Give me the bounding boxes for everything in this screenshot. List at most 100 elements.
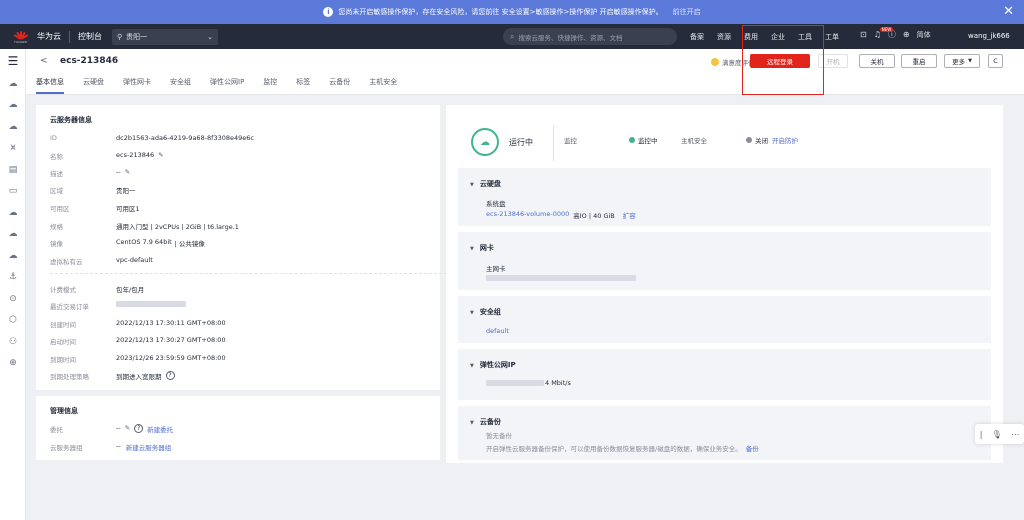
bell-icon[interactable]: ♫ NEW <box>874 27 894 39</box>
tab-basic-info[interactable]: 基本信息 <box>36 76 64 94</box>
more-button[interactable]: 更多 ▼ <box>944 54 980 68</box>
user-icon[interactable]: ⚇ <box>0 331 26 353</box>
sg-section-header[interactable]: ▼ 安全组 <box>470 307 501 317</box>
brand-name[interactable]: 华为云 <box>37 31 61 42</box>
info-row-billing: 计费模式 包年/包月 <box>50 284 450 294</box>
language-label[interactable]: 简体 <box>917 30 931 40</box>
tab-eip[interactable]: 弹性公网IP <box>210 76 244 94</box>
cloud-service-icon[interactable]: ☁ <box>0 73 26 95</box>
eip-section-header[interactable]: ▼ 弹性公网IP <box>470 360 516 370</box>
nav-resources[interactable]: 资源 <box>717 32 731 42</box>
cloud-server-icon[interactable]: ☁ <box>0 95 26 117</box>
disk-section-header[interactable]: ▼ 云硬盘 <box>470 179 501 189</box>
collapse-triangle-icon: ▼ <box>470 182 474 188</box>
terminal-icon[interactable]: ⊡ <box>860 30 867 39</box>
expand-link[interactable]: 扩容 <box>623 210 636 220</box>
tab-disks[interactable]: 云硬盘 <box>83 76 104 94</box>
nav-billing[interactable]: 费用 <box>744 32 758 42</box>
system-disk-label: 系统盘 <box>486 200 506 208</box>
global-search-input[interactable]: ⌕ 搜索云服务、快捷操作、资源、文档 <box>503 28 677 45</box>
disk-volume-link[interactable]: ecs-213846-volume-0000 <box>486 210 569 220</box>
edit-icon[interactable]: ✎ <box>125 168 130 178</box>
nav-enterprise[interactable]: 企业 <box>771 32 785 42</box>
tab-tags[interactable]: 标签 <box>296 76 310 94</box>
nav-tools[interactable]: 工具 <box>798 32 812 42</box>
hss-label: 主机安全 <box>681 137 707 145</box>
notice-text: 您尚未开启敏感操作保护，存在安全风险，请您前往 安全设置>敏感操作>操作保护 开… <box>338 8 663 16</box>
cloud-icon[interactable]: ☁ <box>0 202 26 224</box>
search-placeholder: 搜索云服务、快捷操作、资源、文档 <box>518 33 623 42</box>
redacted-eip <box>486 380 544 386</box>
info-row-started: 启动时间 2022/12/13 17:30:27 GMT+08:00 <box>50 336 450 346</box>
cursor-icon[interactable]: | <box>980 430 983 439</box>
eip-bandwidth: 4 Mbit/s <box>545 379 571 387</box>
backup-description: 开启弹性云服务器备份保护，可以使用备份数据恢复服务器/磁盘的数据，确保业务安全。 <box>486 445 742 453</box>
anchor-icon[interactable]: ⚓ <box>0 267 26 289</box>
start-button[interactable]: 开机 <box>818 54 848 68</box>
pin-icon[interactable]: ⊙ <box>0 288 26 310</box>
menu-icon[interactable]: ☰ <box>0 49 26 73</box>
new-server-group-link[interactable]: 新建云服务器组 <box>126 442 172 452</box>
info-row-region: 区域 贵阳一 <box>50 185 450 195</box>
backup-section-header[interactable]: ▼ 云备份 <box>470 417 501 427</box>
console-link[interactable]: 控制台 <box>78 31 102 42</box>
restart-button[interactable]: 重启 <box>901 54 937 68</box>
cloud-upload-icon[interactable]: ☁ <box>0 245 26 267</box>
vpc-link[interactable]: vpc-default <box>116 256 153 266</box>
label-delegate: 委托 <box>50 426 63 434</box>
monitor-status: 监控中 <box>629 135 658 145</box>
backup-link[interactable]: 备份 <box>746 443 759 453</box>
new-delegate-link[interactable]: 新建委托 <box>147 424 173 434</box>
remote-login-button[interactable]: 远程登录 <box>750 54 810 68</box>
refresh-button[interactable]: C <box>988 54 1003 68</box>
value-started: 2022/12/13 17:30:27 GMT+08:00 <box>116 336 226 344</box>
hss-value: 关闭 <box>755 137 768 145</box>
cloud-database-icon[interactable]: ☁ <box>0 116 26 138</box>
cloud-network-icon[interactable]: ☁ <box>0 224 26 246</box>
tab-nics[interactable]: 弹性网卡 <box>123 76 151 94</box>
back-icon[interactable]: < <box>40 56 48 66</box>
tab-monitoring[interactable]: 监控 <box>263 76 277 94</box>
edit-icon[interactable]: ✎ <box>158 151 163 161</box>
label-image: 镜像 <box>50 240 63 248</box>
document-icon[interactable]: ▤ <box>0 159 26 181</box>
label-order: 最近交易订单 <box>50 303 89 311</box>
nav-tickets[interactable]: 工单 <box>825 32 839 42</box>
close-icon[interactable]: ✕ <box>1003 4 1014 19</box>
satisfaction-rating[interactable]: 满意度评价 <box>711 57 755 67</box>
label-expire-policy: 到期处理策略 <box>50 373 89 381</box>
tab-backup[interactable]: 云备份 <box>329 76 350 94</box>
info-row-az: 可用区 可用区1 <box>50 203 450 213</box>
label-desc: 描述 <box>50 170 63 178</box>
new-badge: NEW <box>879 27 894 32</box>
huawei-logo[interactable]: HUAWEI <box>10 28 32 46</box>
notice-enable-link[interactable]: 前往开启 <box>673 7 701 17</box>
region-selector[interactable]: ⚲ 贵阳一 ⌄ <box>112 28 218 45</box>
user-account[interactable]: wang_jk666 <box>968 32 1010 40</box>
security-group-link[interactable]: default <box>486 327 509 335</box>
location-pin-icon: ⚲ <box>117 32 123 41</box>
more-dots-icon[interactable]: ⋯ <box>1011 430 1019 439</box>
tab-host-security[interactable]: 主机安全 <box>369 76 397 94</box>
globe-service-icon[interactable]: ⊕ <box>0 353 26 375</box>
monitor-label: 监控 <box>564 137 577 145</box>
image-link[interactable]: CentOS 7.9 64bit <box>116 238 172 248</box>
shield-icon[interactable]: ⬡ <box>0 310 26 332</box>
label-vpc: 虚拟私有云 <box>50 258 83 266</box>
storage-icon[interactable]: ▭ <box>0 181 26 203</box>
backup-title: 云备份 <box>479 418 501 426</box>
help-circle-icon[interactable]: ? <box>165 371 175 380</box>
edit-icon[interactable]: ✎ <box>125 424 130 434</box>
bridge-icon[interactable]: ⩙ <box>0 138 26 160</box>
help-circle-icon[interactable]: ? <box>134 424 144 433</box>
microphone-icon[interactable]: 🎙 <box>992 430 1002 439</box>
tab-security-groups[interactable]: 安全组 <box>170 76 191 94</box>
stop-button[interactable]: 关机 <box>859 54 895 68</box>
nav-filing[interactable]: 备案 <box>690 32 704 42</box>
enable-protection-link[interactable]: 开启防护 <box>772 135 798 145</box>
info-row-id: ID dc2b1563-ada6-4219-9a68-8f3308e49e6c <box>50 134 450 142</box>
nic-section-header[interactable]: ▼ 网卡 <box>470 243 494 253</box>
server-info-title: 云服务器信息 <box>50 116 92 124</box>
globe-icon[interactable]: ⊕ <box>903 30 910 39</box>
info-row-flavor: 规格 通用入门型 | 2vCPUs | 2GiB | t6.large.1 <box>50 221 450 231</box>
